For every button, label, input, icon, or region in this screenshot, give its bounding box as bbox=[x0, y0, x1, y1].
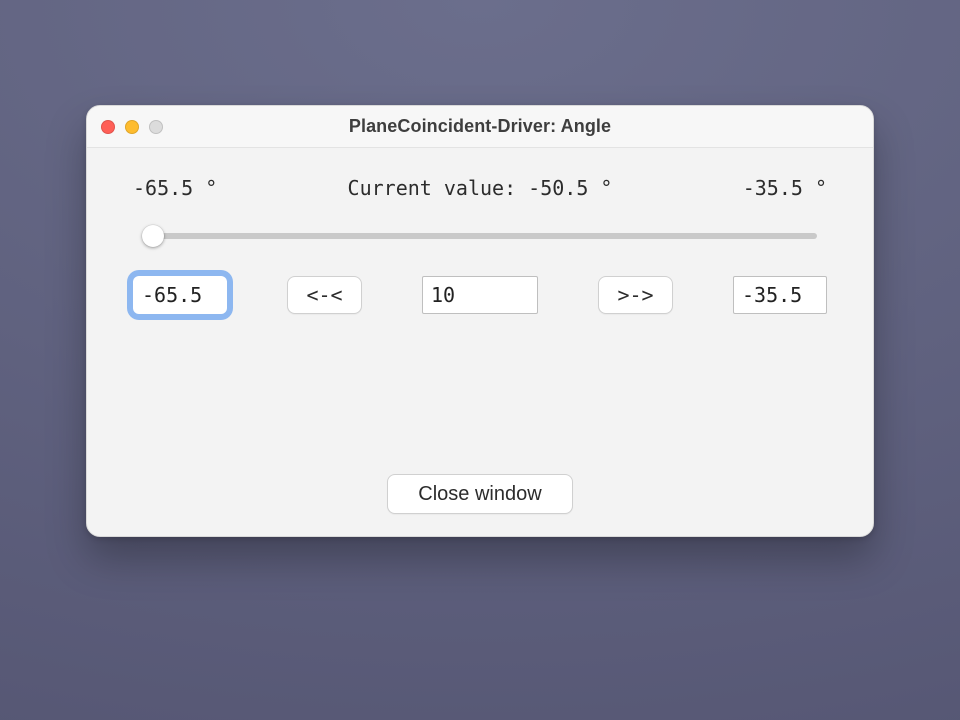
step-back-button[interactable]: <-< bbox=[287, 276, 361, 314]
min-value-input[interactable] bbox=[133, 276, 227, 314]
driver-dialog: PlaneCoincident-Driver: Angle -65.5 ° Cu… bbox=[86, 105, 874, 537]
slider-container bbox=[129, 226, 831, 246]
window-title: PlaneCoincident-Driver: Angle bbox=[349, 116, 611, 137]
current-value-label: Current value: -50.5 ° bbox=[303, 176, 657, 200]
close-window-button[interactable]: Close window bbox=[387, 474, 572, 514]
window-traffic-lights bbox=[101, 120, 163, 134]
controls-row: <-< >-> bbox=[129, 276, 831, 314]
range-max-label: -35.5 ° bbox=[657, 176, 827, 200]
step-forward-button[interactable]: >-> bbox=[598, 276, 672, 314]
angle-slider[interactable] bbox=[133, 226, 827, 246]
slider-thumb[interactable] bbox=[142, 225, 164, 247]
slider-track bbox=[143, 233, 817, 239]
dialog-footer: Close window bbox=[87, 474, 873, 514]
dialog-content: -65.5 ° Current value: -50.5 ° -35.5 ° <… bbox=[87, 148, 873, 314]
range-min-label: -65.5 ° bbox=[133, 176, 303, 200]
max-value-input[interactable] bbox=[733, 276, 827, 314]
titlebar: PlaneCoincident-Driver: Angle bbox=[87, 106, 873, 148]
step-size-input[interactable] bbox=[422, 276, 538, 314]
range-labels: -65.5 ° Current value: -50.5 ° -35.5 ° bbox=[129, 176, 831, 200]
close-icon[interactable] bbox=[101, 120, 115, 134]
minimize-icon[interactable] bbox=[125, 120, 139, 134]
zoom-icon bbox=[149, 120, 163, 134]
